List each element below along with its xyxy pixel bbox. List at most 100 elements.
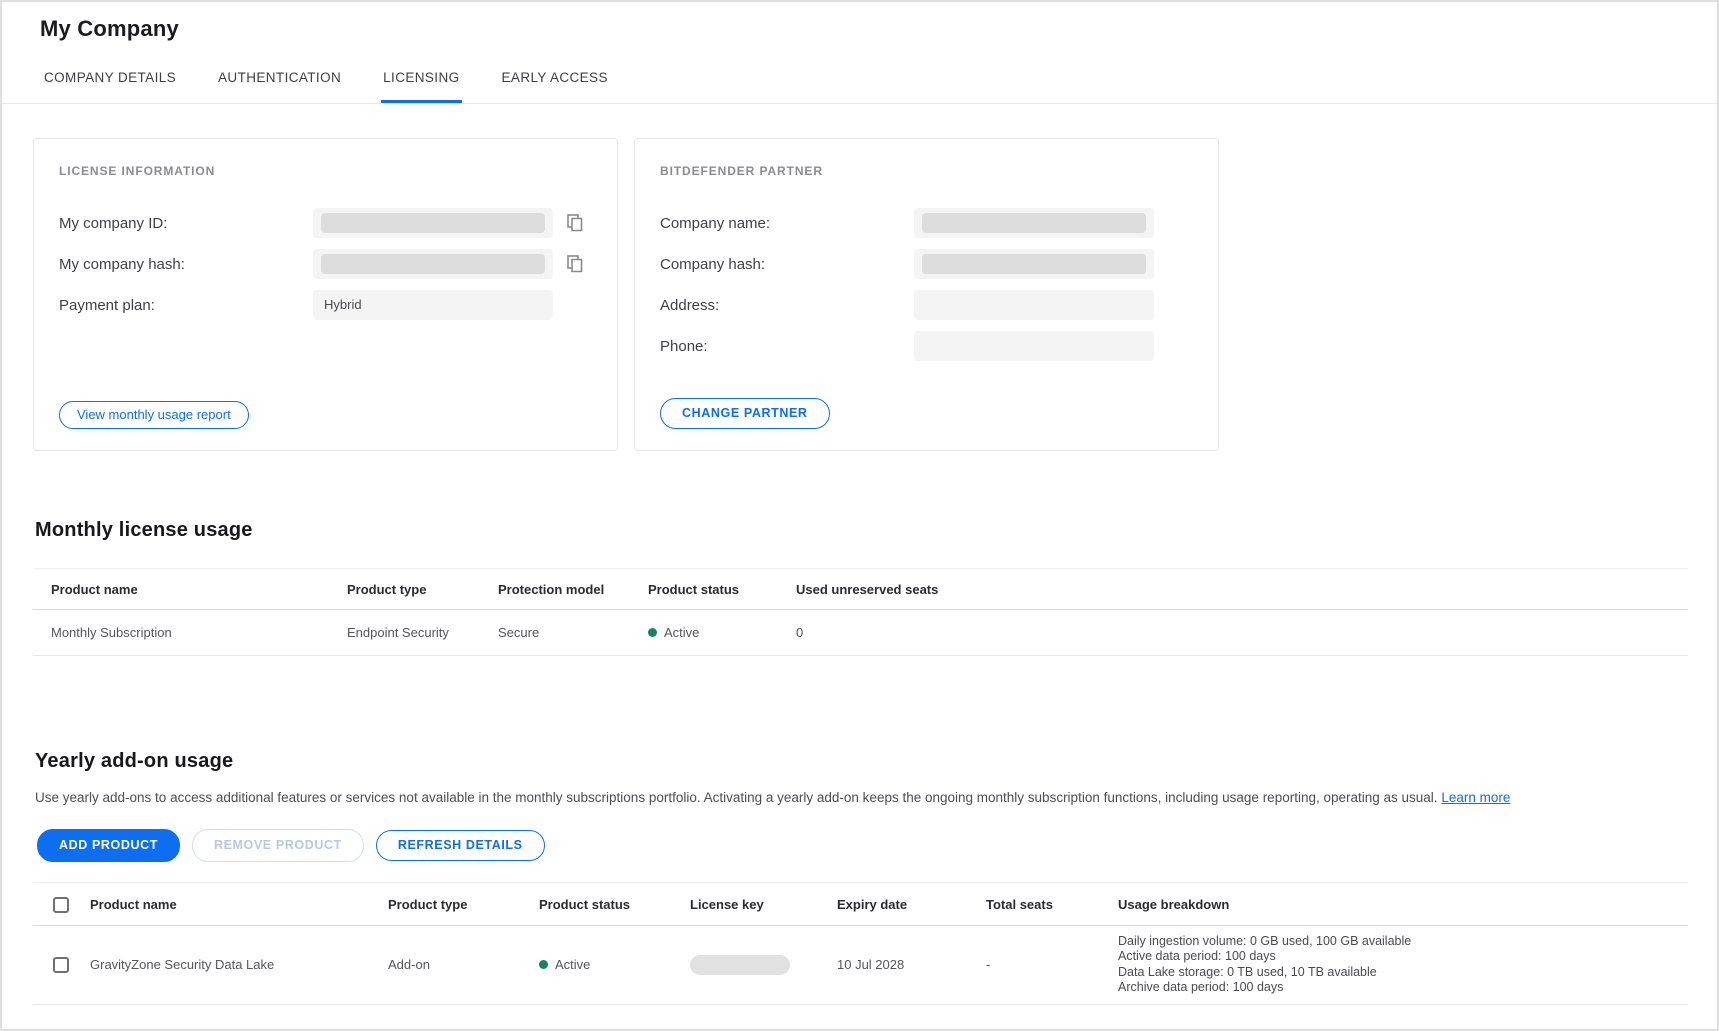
tab-early-access[interactable]: EARLY ACCESS xyxy=(500,66,610,103)
partner-phone-field xyxy=(914,331,1154,361)
partner-address-field xyxy=(914,290,1154,320)
monthly-used-unreserved-seats: 0 xyxy=(796,610,1688,656)
page-header: My Company COMPANY DETAILS AUTHENTICATIO… xyxy=(2,2,1717,103)
change-partner-button[interactable]: CHANGE PARTNER xyxy=(660,398,830,429)
view-monthly-usage-report-button[interactable]: View monthly usage report xyxy=(59,401,249,429)
license-card-actions: View monthly usage report xyxy=(59,401,592,429)
col-license-key: License key xyxy=(690,883,837,926)
tab-authentication[interactable]: AUTHENTICATION xyxy=(216,66,343,103)
row-checkbox[interactable] xyxy=(53,957,69,973)
tab-company-details[interactable]: COMPANY DETAILS xyxy=(42,66,178,103)
col-product-status: Product status xyxy=(648,569,796,610)
monthly-table-header-row: Product name Product type Protection mod… xyxy=(33,569,1688,610)
partner-company-name-redacted-value xyxy=(922,213,1146,233)
yearly-addon-description: Use yearly add-ons to access additional … xyxy=(35,790,1688,805)
payment-plan-field: Hybrid xyxy=(313,290,553,320)
yearly-product-type: Add-on xyxy=(388,925,539,1004)
monthly-product-status: Active xyxy=(648,610,796,656)
partner-address-row: Address: xyxy=(660,290,1193,320)
yearly-product-name: GravityZone Security Data Lake xyxy=(90,925,388,1004)
company-hash-redacted-value xyxy=(321,254,545,274)
tab-licensing[interactable]: LICENSING xyxy=(381,66,461,103)
partner-phone-label: Phone: xyxy=(660,338,914,355)
monthly-license-usage-heading: Monthly license usage xyxy=(35,519,1688,542)
bitdefender-partner-title: BITDEFENDER PARTNER xyxy=(660,164,1193,178)
partner-company-hash-redacted-value xyxy=(922,254,1146,274)
copy-icon xyxy=(567,220,583,235)
col-expiry-date: Expiry date xyxy=(837,883,986,926)
status-label: Active xyxy=(664,625,699,640)
partner-address-label: Address: xyxy=(660,297,914,314)
payment-plan-value: Hybrid xyxy=(313,290,553,320)
yearly-table-row[interactable]: GravityZone Security Data Lake Add-on Ac… xyxy=(33,925,1688,1004)
payment-plan-row: Payment plan: Hybrid xyxy=(59,290,592,320)
yearly-table-header-row: Product name Product type Product status… xyxy=(33,883,1688,926)
partner-company-hash-label: Company hash: xyxy=(660,256,914,273)
company-hash-field xyxy=(313,249,553,279)
yearly-product-status: Active xyxy=(539,925,690,1004)
partner-company-name-row: Company name: xyxy=(660,208,1193,238)
info-cards: LICENSE INFORMATION My company ID: xyxy=(33,138,1688,451)
active-status-dot-icon xyxy=(648,628,657,637)
license-key-redacted-value xyxy=(690,955,790,975)
copy-company-id-button[interactable] xyxy=(565,212,585,234)
col-product-type: Product type xyxy=(388,883,539,926)
page-title: My Company xyxy=(40,16,1679,42)
refresh-details-button[interactable]: REFRESH DETAILS xyxy=(376,830,545,861)
yearly-expiry-date: 10 Jul 2028 xyxy=(837,925,986,1004)
remove-product-button[interactable]: REMOVE PRODUCT xyxy=(192,829,364,862)
yearly-addon-usage-heading: Yearly add-on usage xyxy=(35,750,1688,773)
select-all-checkbox[interactable] xyxy=(53,897,69,913)
yearly-addon-usage-table: Product name Product type Product status… xyxy=(33,882,1688,1005)
licensing-content: LICENSE INFORMATION My company ID: xyxy=(2,104,1717,1005)
learn-more-link[interactable]: Learn more xyxy=(1441,790,1510,805)
copy-icon xyxy=(567,261,583,276)
yearly-license-key xyxy=(690,925,837,1004)
usage-breakdown-line: Active data period: 100 days xyxy=(1118,949,1688,965)
select-all-cell xyxy=(33,883,90,926)
yearly-usage-breakdown: Daily ingestion volume: 0 GB used, 100 G… xyxy=(1118,925,1688,1004)
partner-company-hash-row: Company hash: xyxy=(660,249,1193,279)
company-hash-row: My company hash: xyxy=(59,249,592,279)
col-used-unreserved-seats: Used unreserved seats xyxy=(796,569,1688,610)
company-id-row: My company ID: xyxy=(59,208,592,238)
col-product-type: Product type xyxy=(347,569,498,610)
monthly-product-type: Endpoint Security xyxy=(347,610,498,656)
company-id-field xyxy=(313,208,553,238)
license-information-card: LICENSE INFORMATION My company ID: xyxy=(33,138,618,451)
monthly-table-row[interactable]: Monthly Subscription Endpoint Security S… xyxy=(33,610,1688,656)
add-product-button[interactable]: ADD PRODUCT xyxy=(37,829,180,862)
col-product-status: Product status xyxy=(539,883,690,926)
col-usage-breakdown: Usage breakdown xyxy=(1118,883,1688,926)
partner-phone-row: Phone: xyxy=(660,331,1193,361)
col-product-name: Product name xyxy=(90,883,388,926)
company-hash-label: My company hash: xyxy=(59,256,313,273)
copy-company-hash-button[interactable] xyxy=(565,253,585,275)
usage-breakdown-line: Data Lake storage: 0 TB used, 10 TB avai… xyxy=(1118,965,1688,981)
bitdefender-partner-card: BITDEFENDER PARTNER Company name: Compan… xyxy=(634,138,1219,451)
active-status-dot-icon xyxy=(539,960,548,969)
my-company-page: My Company COMPANY DETAILS AUTHENTICATIO… xyxy=(0,0,1719,1031)
col-product-name: Product name xyxy=(33,569,347,610)
col-protection-model: Protection model xyxy=(498,569,648,610)
yearly-addon-description-text: Use yearly add-ons to access additional … xyxy=(35,790,1438,805)
status-label: Active xyxy=(555,957,590,972)
tab-bar: COMPANY DETAILS AUTHENTICATION LICENSING… xyxy=(40,66,1679,103)
partner-company-name-label: Company name: xyxy=(660,215,914,232)
usage-breakdown-line: Archive data period: 100 days xyxy=(1118,980,1688,996)
monthly-license-usage-table: Product name Product type Protection mod… xyxy=(33,568,1688,656)
usage-breakdown-line: Daily ingestion volume: 0 GB used, 100 G… xyxy=(1118,934,1688,950)
license-information-title: LICENSE INFORMATION xyxy=(59,164,592,178)
monthly-product-name: Monthly Subscription xyxy=(33,610,347,656)
yearly-actions-row: ADD PRODUCT REMOVE PRODUCT REFRESH DETAI… xyxy=(37,829,1688,862)
yearly-total-seats: - xyxy=(986,925,1118,1004)
monthly-protection-model: Secure xyxy=(498,610,648,656)
partner-company-name-field xyxy=(914,208,1154,238)
company-id-redacted-value xyxy=(321,213,545,233)
col-total-seats: Total seats xyxy=(986,883,1118,926)
partner-company-hash-field xyxy=(914,249,1154,279)
row-select-cell xyxy=(33,925,90,1004)
payment-plan-label: Payment plan: xyxy=(59,297,313,314)
company-id-label: My company ID: xyxy=(59,215,313,232)
partner-card-actions: CHANGE PARTNER xyxy=(660,398,1193,429)
